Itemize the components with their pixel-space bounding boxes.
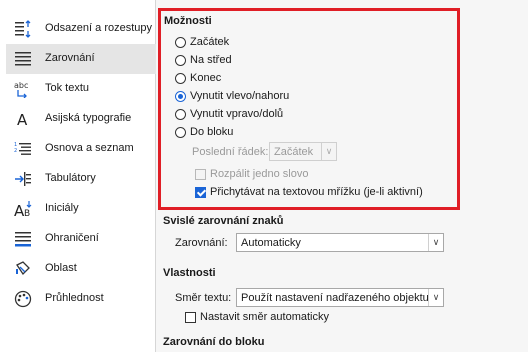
checkbox[interactable] <box>185 311 196 323</box>
sidebar-item-asian-typography[interactable]: A Asijská typografie <box>6 104 156 134</box>
vertical-align-value: Automaticky <box>241 236 301 249</box>
checkbox-label: Rozpálit jedno slovo <box>210 168 309 180</box>
sidebar-item-label: Odsazení a rozestupy <box>45 22 153 34</box>
sidebar-item-label: Ohraničení <box>45 232 99 244</box>
vertical-align-label: Zarovnání: <box>175 237 228 249</box>
sidebar-item-borders[interactable]: Ohraničení <box>6 224 156 254</box>
svg-text:B: B <box>24 209 30 218</box>
svg-text:A: A <box>17 111 28 128</box>
sidebar-item-label: Oblast <box>45 262 77 274</box>
radio-center[interactable]: Na střed <box>175 52 232 68</box>
radio-button[interactable] <box>175 36 186 48</box>
radio-start[interactable]: Začátek <box>175 34 229 50</box>
radio-button[interactable] <box>175 126 186 138</box>
radio-label: Vynutit vlevo/nahoru <box>190 90 290 102</box>
last-line-value: Začátek <box>274 145 314 158</box>
properties-title: Vlastnosti <box>163 267 216 279</box>
area-fill-icon <box>16 261 30 276</box>
block-alignment-title: Zarovnání do bloku <box>163 336 265 348</box>
auto-direction-checkbox[interactable]: Nastavit směr automaticky <box>185 309 329 325</box>
drop-caps-icon: A B <box>14 201 32 218</box>
radio-label: Na střed <box>190 54 232 66</box>
svg-text:abc: abc <box>14 81 28 90</box>
sidebar-item-area[interactable]: Oblast <box>6 254 156 284</box>
radio-label: Do bloku <box>190 126 234 138</box>
sidebar-item-tabs[interactable]: Tabulátory <box>6 164 156 194</box>
sidebar-item-drop-caps[interactable]: A B Iniciály <box>6 194 156 224</box>
sidebar-item-label: Iniciály <box>45 202 79 214</box>
radio-button[interactable] <box>175 90 186 102</box>
text-direction-value: Použít nastavení nadřazeného objektu <box>241 291 429 304</box>
radio-label: Začátek <box>190 36 230 48</box>
chevron-down-icon: ∨ <box>321 143 336 160</box>
sidebar-item-label: Průhlednost <box>45 292 104 304</box>
transparency-icon <box>14 290 32 308</box>
checkbox[interactable] <box>195 186 206 198</box>
chevron-down-icon: ∨ <box>428 234 443 251</box>
text-flow-icon: abc <box>14 81 28 98</box>
text-direction-label: Směr textu: <box>175 292 232 304</box>
borders-icon <box>15 232 31 247</box>
sidebar-item-label: Osnova a seznam <box>45 142 134 154</box>
radio-label: Vynutit vpravo/dolů <box>190 108 284 120</box>
chevron-down-icon: ∨ <box>428 289 443 306</box>
checkbox-label: Přichytávat na textovou mřížku (je-li ak… <box>210 186 423 198</box>
radio-force-left[interactable]: Vynutit vlevo/nahoru <box>175 88 289 104</box>
outline-list-icon: 1 2 <box>14 142 31 155</box>
radio-force-right[interactable]: Vynutit vpravo/dolů <box>175 106 283 122</box>
sidebar-item-label: Tok textu <box>45 82 90 94</box>
sidebar-item-label: Tabulátory <box>45 172 96 184</box>
radio-end[interactable]: Konec <box>175 70 221 86</box>
asian-typography-icon: A <box>17 111 28 128</box>
svg-text:2: 2 <box>14 148 17 154</box>
last-line-select[interactable]: Začátek ∨ <box>269 142 337 161</box>
indent-spacing-icon <box>15 20 31 38</box>
radio-button[interactable] <box>175 54 186 66</box>
last-line-label: Poslední řádek: <box>192 146 269 158</box>
sidebar-item-outline-list[interactable]: 1 2 Osnova a seznam <box>6 134 156 164</box>
snap-to-grid-checkbox[interactable]: Přichytávat na textovou mřížku (je-li ak… <box>195 184 423 200</box>
align-justify-icon <box>15 52 31 66</box>
sidebar-item-text-flow[interactable]: abc Tok textu <box>6 74 156 104</box>
vertical-alignment-title: Svislé zarovnání znaků <box>163 215 284 227</box>
checkbox[interactable] <box>195 168 206 180</box>
sidebar-item-label: Zarovnání <box>45 52 95 64</box>
sidebar-item-indent-spacing[interactable]: Odsazení a rozestupy <box>6 14 156 44</box>
sidebar: Odsazení a rozestupy Zarovnání abc Tok t… <box>6 0 156 352</box>
radio-button[interactable] <box>175 108 186 120</box>
expand-single-word-checkbox[interactable]: Rozpálit jedno slovo <box>195 166 308 182</box>
tabs-icon <box>15 172 31 186</box>
checkbox-label: Nastavit směr automaticky <box>200 311 329 323</box>
radio-label: Konec <box>190 72 222 84</box>
sidebar-item-label: Asijská typografie <box>45 112 132 124</box>
sidebar-item-transparency[interactable]: Průhlednost <box>6 284 156 314</box>
sidebar-item-alignment[interactable]: Zarovnání <box>6 44 156 74</box>
radio-button[interactable] <box>175 72 186 84</box>
options-group-title: Možnosti <box>164 15 212 27</box>
radio-justified[interactable]: Do bloku <box>175 124 233 140</box>
text-direction-select[interactable]: Použít nastavení nadřazeného objektu ∨ <box>236 288 444 307</box>
vertical-align-select[interactable]: Automaticky ∨ <box>236 233 444 252</box>
